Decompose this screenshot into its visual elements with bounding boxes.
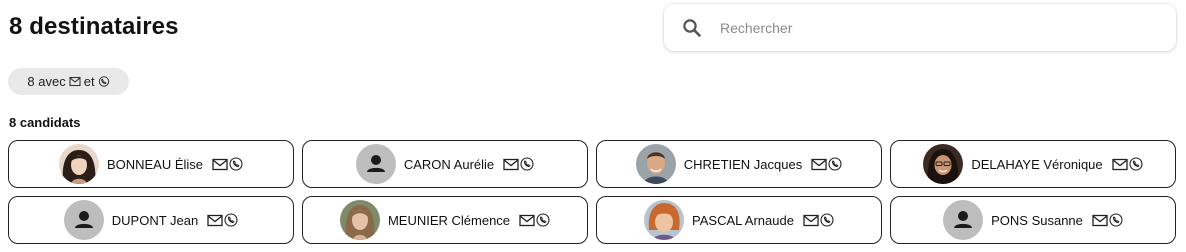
- search-box[interactable]: [664, 4, 1176, 51]
- candidate-name: DELAHAYE Véronique: [971, 156, 1103, 172]
- envelope-icon: [207, 214, 223, 226]
- avatar: [943, 200, 984, 240]
- contact-icons: [519, 213, 550, 227]
- envelope-icon: [1092, 214, 1108, 226]
- envelope-icon: [811, 158, 827, 170]
- candidate-card[interactable]: MEUNIER Clémence: [302, 196, 588, 244]
- chip-count-label: 8 avec: [27, 74, 66, 89]
- candidates-heading: 8 candidats: [9, 115, 81, 130]
- chip-and-label: et: [83, 74, 95, 89]
- search-input[interactable]: [720, 14, 1160, 41]
- candidate-card[interactable]: CHRETIEN Jacques: [596, 140, 882, 188]
- avatar: [923, 144, 964, 184]
- candidate-name: PASCAL Arnaude: [692, 212, 794, 228]
- contact-icons: [1092, 213, 1123, 227]
- candidate-card[interactable]: DELAHAYE Véronique: [890, 140, 1176, 188]
- candidate-name: CHRETIEN Jacques: [683, 156, 803, 172]
- contact-icons: [212, 157, 243, 171]
- phone-icon: [224, 213, 238, 227]
- avatar: [644, 200, 685, 240]
- contact-icons: [811, 157, 842, 171]
- phone-icon: [1129, 157, 1143, 171]
- avatar: [355, 144, 396, 184]
- phone-icon: [1109, 213, 1123, 227]
- avatar: [635, 144, 676, 184]
- search-icon: [683, 19, 701, 37]
- contact-filter-chip[interactable]: 8 avec et: [8, 68, 129, 95]
- contact-icons: [207, 213, 238, 227]
- phone-icon: [98, 76, 109, 87]
- candidate-name: DUPONT Jean: [111, 212, 199, 228]
- phone-icon: [820, 213, 834, 227]
- avatar: [58, 144, 99, 184]
- candidate-name: CARON Aurélie: [403, 156, 495, 172]
- candidate-card[interactable]: PONS Susanne: [890, 196, 1176, 244]
- candidate-card[interactable]: BONNEAU Élise: [8, 140, 294, 188]
- contact-icons: [1111, 157, 1143, 171]
- phone-icon: [536, 213, 550, 227]
- page-title: 8 destinataires: [9, 13, 179, 40]
- envelope-icon: [503, 158, 519, 170]
- contact-icons: [803, 213, 834, 227]
- envelope-icon: [69, 76, 81, 87]
- envelope-icon: [519, 214, 535, 226]
- envelope-icon: [803, 214, 819, 226]
- candidate-name: BONNEAU Élise: [106, 156, 204, 172]
- envelope-icon: [212, 158, 228, 170]
- candidate-name: MEUNIER Clémence: [387, 212, 511, 228]
- phone-icon: [828, 157, 842, 171]
- phone-icon: [229, 157, 243, 171]
- phone-icon: [520, 157, 534, 171]
- avatar: [339, 200, 380, 240]
- candidate-name: PONS Susanne: [991, 212, 1083, 228]
- candidate-card[interactable]: CARON Aurélie: [302, 140, 588, 188]
- contact-icons: [503, 157, 534, 171]
- avatar: [63, 200, 104, 240]
- envelope-icon: [1111, 158, 1128, 170]
- candidate-card[interactable]: PASCAL Arnaude: [596, 196, 882, 244]
- candidate-card[interactable]: DUPONT Jean: [8, 196, 294, 244]
